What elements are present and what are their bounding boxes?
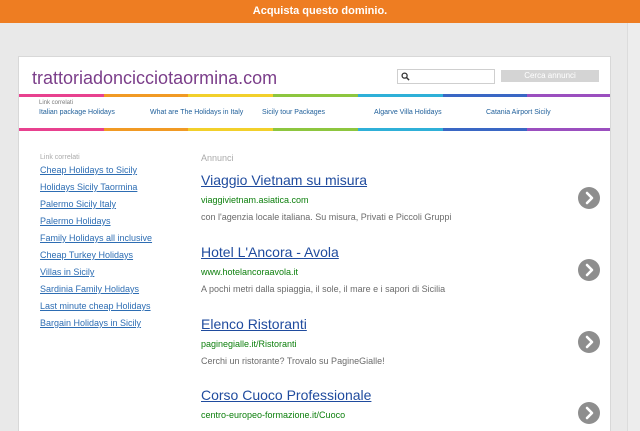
sidebar-link[interactable]: Cheap Turkey Holidays xyxy=(40,250,133,260)
stripe-segment xyxy=(527,94,610,97)
stripe-segment xyxy=(527,128,610,131)
ad-description: A pochi metri dalla spiaggia, il sole, i… xyxy=(201,284,446,294)
buy-domain-banner[interactable]: Acquista questo dominio. xyxy=(0,0,640,23)
sidebar-link[interactable]: Cheap Holidays to Sicily xyxy=(40,165,137,175)
search-input[interactable] xyxy=(397,69,495,84)
search-icon xyxy=(401,72,410,81)
main-card: trattoriadoncicciotaormina.com Cerca ann… xyxy=(18,56,611,431)
chevron-right-icon xyxy=(585,191,594,205)
top-related-label: Link correlati xyxy=(39,100,74,106)
chevron-right-icon xyxy=(585,263,594,277)
ad-title[interactable]: Corso Cuoco Professionale xyxy=(201,387,371,403)
stripe-segment xyxy=(188,128,274,131)
stripe-segment xyxy=(103,94,189,97)
ad-url: centro-europeo-formazione.it/Cuoco xyxy=(201,410,346,420)
search-ads-button[interactable]: Cerca annunci xyxy=(501,70,599,82)
top-related-link[interactable]: Sicily tour Packages xyxy=(262,109,325,116)
ad-arrow-button[interactable] xyxy=(578,331,600,353)
chevron-right-icon xyxy=(585,406,594,420)
sidebar-link[interactable]: Last minute cheap Holidays xyxy=(40,301,151,311)
sidebar-link[interactable]: Holidays Sicily Taormina xyxy=(40,182,137,192)
sidebar-link[interactable]: Bargain Holidays in Sicily xyxy=(40,318,141,328)
sidebar-link[interactable]: Villas in Sicily xyxy=(40,267,94,277)
color-stripe-bottom xyxy=(19,128,610,131)
top-related-link[interactable]: What are The Holidays in Italy xyxy=(150,109,243,116)
stripe-segment xyxy=(188,94,274,97)
color-stripe-top xyxy=(19,94,610,97)
ad-url: paginegialle.it/Ristoranti xyxy=(201,339,297,349)
stripe-segment xyxy=(273,94,358,97)
stripe-segment xyxy=(442,94,528,97)
top-related-link[interactable]: Catania Airport Sicily xyxy=(486,109,551,116)
sidebar-link[interactable]: Family Holidays all inclusive xyxy=(40,233,152,243)
ad-arrow-button[interactable] xyxy=(578,187,600,209)
stripe-segment xyxy=(19,128,104,131)
ads-label: Annunci xyxy=(201,153,234,163)
ad-description: Cerchi un ristorante? Trovalo su PagineG… xyxy=(201,356,385,366)
stripe-segment xyxy=(357,128,443,131)
page-scrollbar[interactable] xyxy=(627,23,640,431)
ad-title[interactable]: Elenco Ristoranti xyxy=(201,316,307,332)
sidebar-link[interactable]: Palermo Holidays xyxy=(40,216,111,226)
ad-url: www.hotelancoraavola.it xyxy=(201,267,299,277)
ad-arrow-button[interactable] xyxy=(578,259,600,281)
top-related-link[interactable]: Algarve Villa Holidays xyxy=(374,109,442,116)
stripe-segment xyxy=(103,128,189,131)
stripe-segment xyxy=(357,94,443,97)
ad-description: con l'agenzia locale italiana. Su misura… xyxy=(201,212,452,222)
stripe-segment xyxy=(273,128,358,131)
ad-url: viaggivietnam.asiatica.com xyxy=(201,195,309,205)
ad-title[interactable]: Viaggio Vietnam su misura xyxy=(201,172,367,188)
sidebar-label: Link correlati xyxy=(40,154,80,161)
ad-arrow-button[interactable] xyxy=(578,402,600,424)
site-title: trattoriadoncicciotaormina.com xyxy=(32,68,278,88)
sidebar-link[interactable]: Palermo Sicily Italy xyxy=(40,199,116,209)
top-related-link[interactable]: Italian package Holidays xyxy=(39,109,115,116)
stripe-segment xyxy=(19,94,104,97)
stripe-segment xyxy=(442,128,528,131)
chevron-right-icon xyxy=(585,335,594,349)
sidebar-link[interactable]: Sardinia Family Holidays xyxy=(40,284,139,294)
ad-title[interactable]: Hotel L'Ancora - Avola xyxy=(201,244,339,260)
